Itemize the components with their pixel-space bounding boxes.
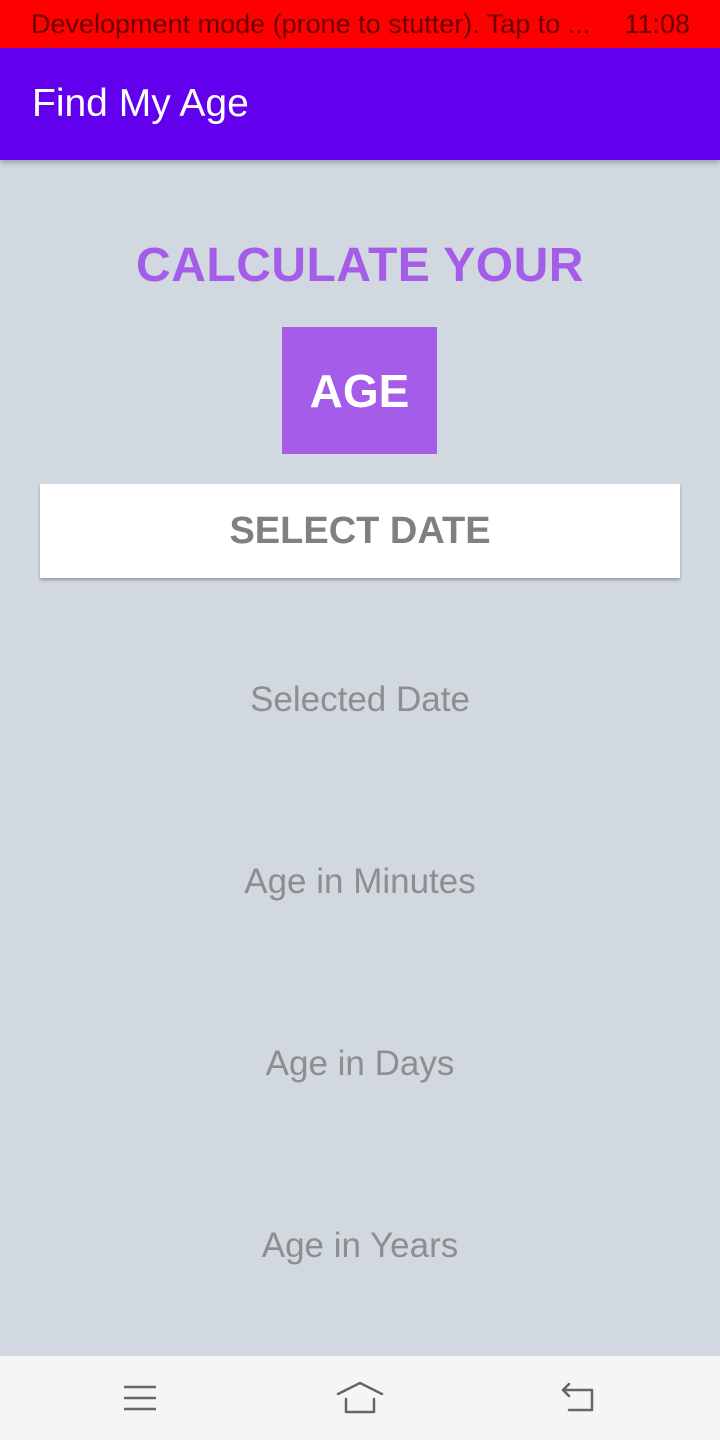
age-in-days-text: Age in Days xyxy=(265,1044,455,1083)
selected-date-text: Selected Date xyxy=(250,680,470,719)
age-in-minutes-text: Age in Minutes xyxy=(244,862,476,901)
menu-icon[interactable] xyxy=(115,1373,165,1423)
age-label-box: AGE xyxy=(282,327,437,454)
headline: CALCULATE YOUR xyxy=(136,239,584,292)
status-bar[interactable]: Development mode (prone to stutter). Tap… xyxy=(0,0,720,48)
dev-mode-message[interactable]: Development mode (prone to stutter). Tap… xyxy=(31,0,590,48)
select-date-button[interactable]: SELECT DATE xyxy=(40,484,680,578)
age-in-years-text: Age in Years xyxy=(261,1226,459,1265)
main-content: CALCULATE YOUR AGE SELECT DATE Selected … xyxy=(0,160,720,1356)
home-icon[interactable] xyxy=(335,1373,385,1423)
app-bar: Find My Age xyxy=(0,48,720,160)
navigation-bar xyxy=(0,1356,720,1440)
status-time: 11:08 xyxy=(624,9,690,39)
back-icon[interactable] xyxy=(553,1373,603,1423)
app-title: Find My Age xyxy=(32,82,249,125)
